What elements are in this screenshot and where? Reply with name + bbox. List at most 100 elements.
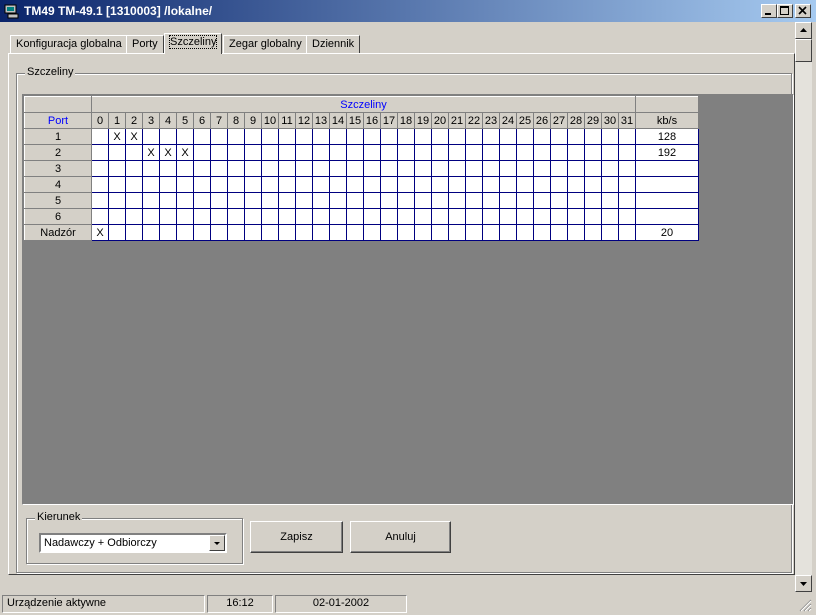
size-grip-icon[interactable] <box>798 598 812 612</box>
slot-cell[interactable] <box>482 192 500 209</box>
slot-cell[interactable] <box>193 176 211 193</box>
slot-cell[interactable] <box>363 176 381 193</box>
slot-cell[interactable] <box>601 224 619 241</box>
slot-cell[interactable] <box>142 224 160 241</box>
slot-cell[interactable]: X <box>108 128 126 145</box>
slot-cell[interactable] <box>227 208 245 225</box>
slot-cell[interactable] <box>533 192 551 209</box>
slot-cell[interactable] <box>482 224 500 241</box>
slot-cell[interactable]: X <box>159 144 177 161</box>
slot-cell[interactable] <box>431 160 449 177</box>
slot-cell[interactable] <box>176 208 194 225</box>
slot-cell[interactable] <box>295 192 313 209</box>
slot-cell[interactable] <box>125 192 143 209</box>
slot-cell[interactable] <box>584 176 602 193</box>
slot-cell[interactable] <box>533 208 551 225</box>
slot-cell[interactable] <box>227 160 245 177</box>
slot-cell[interactable] <box>550 128 568 145</box>
slot-cell[interactable] <box>601 176 619 193</box>
slot-cell[interactable] <box>159 128 177 145</box>
slot-cell[interactable] <box>244 224 262 241</box>
slot-cell[interactable] <box>618 144 636 161</box>
slot-cell[interactable] <box>142 208 160 225</box>
slot-cell[interactable] <box>414 144 432 161</box>
slot-cell[interactable]: X <box>176 144 194 161</box>
slot-cell[interactable] <box>465 208 483 225</box>
slot-cell[interactable] <box>295 128 313 145</box>
slot-cell[interactable] <box>550 224 568 241</box>
slot-cell[interactable] <box>295 144 313 161</box>
slot-cell[interactable] <box>601 160 619 177</box>
slot-cell[interactable] <box>431 192 449 209</box>
slot-cell[interactable] <box>584 128 602 145</box>
slot-cell[interactable] <box>108 144 126 161</box>
slot-cell[interactable] <box>431 176 449 193</box>
slot-cell[interactable] <box>244 176 262 193</box>
slot-cell[interactable] <box>346 192 364 209</box>
slot-cell[interactable] <box>193 224 211 241</box>
slot-cell[interactable] <box>465 144 483 161</box>
slot-cell[interactable] <box>567 144 585 161</box>
slot-cell[interactable] <box>414 160 432 177</box>
slot-cell[interactable] <box>516 176 534 193</box>
slot-cell[interactable] <box>329 176 347 193</box>
slot-cell[interactable] <box>261 176 279 193</box>
slot-cell[interactable] <box>550 176 568 193</box>
slot-cell[interactable] <box>142 128 160 145</box>
tab-porty[interactable]: Porty <box>126 35 164 53</box>
slot-cell[interactable] <box>176 192 194 209</box>
slot-cell[interactable] <box>533 224 551 241</box>
tab-szczeliny[interactable]: Szczeliny <box>164 33 223 54</box>
slot-cell[interactable] <box>329 144 347 161</box>
slot-cell[interactable] <box>312 128 330 145</box>
slot-cell[interactable] <box>550 192 568 209</box>
slot-cell[interactable] <box>397 144 415 161</box>
slot-cell[interactable] <box>397 208 415 225</box>
slot-cell[interactable] <box>363 208 381 225</box>
scroll-up-button[interactable] <box>795 22 812 39</box>
slot-cell[interactable] <box>227 144 245 161</box>
kierunek-select[interactable]: Nadawczy + Odbiorczy <box>39 533 227 553</box>
slot-cell[interactable] <box>227 128 245 145</box>
rate-cell[interactable]: 128 <box>635 128 699 145</box>
slot-cell[interactable] <box>448 224 466 241</box>
slot-cell[interactable] <box>465 160 483 177</box>
slot-cell[interactable] <box>346 144 364 161</box>
slot-cell[interactable] <box>499 176 517 193</box>
slot-cell[interactable] <box>278 192 296 209</box>
slot-cell[interactable] <box>448 176 466 193</box>
slot-cell[interactable] <box>601 144 619 161</box>
slot-cell[interactable] <box>142 192 160 209</box>
slot-cell[interactable] <box>567 192 585 209</box>
slot-cell[interactable] <box>346 224 364 241</box>
slot-cell[interactable] <box>329 128 347 145</box>
slot-cell[interactable] <box>567 208 585 225</box>
slot-cell[interactable] <box>516 208 534 225</box>
rate-cell[interactable] <box>635 208 699 225</box>
slot-cell[interactable] <box>499 224 517 241</box>
slot-cell[interactable] <box>584 144 602 161</box>
slot-cell[interactable] <box>108 208 126 225</box>
slot-cell[interactable] <box>329 224 347 241</box>
slot-cell[interactable] <box>278 144 296 161</box>
slot-cell[interactable] <box>244 192 262 209</box>
slot-cell[interactable] <box>516 224 534 241</box>
slot-cell[interactable] <box>210 144 228 161</box>
slot-cell[interactable] <box>533 144 551 161</box>
slot-cell[interactable] <box>448 144 466 161</box>
slot-cell[interactable] <box>482 208 500 225</box>
slot-cell[interactable] <box>312 192 330 209</box>
slot-cell[interactable] <box>278 176 296 193</box>
slot-cell[interactable] <box>618 176 636 193</box>
slot-cell[interactable] <box>108 176 126 193</box>
slot-cell[interactable] <box>227 192 245 209</box>
slot-cell[interactable] <box>295 176 313 193</box>
slot-cell[interactable] <box>567 176 585 193</box>
slot-cell[interactable] <box>584 192 602 209</box>
slot-cell[interactable] <box>601 192 619 209</box>
slot-cell[interactable] <box>295 160 313 177</box>
slot-cell[interactable] <box>193 192 211 209</box>
slot-cell[interactable] <box>414 176 432 193</box>
slot-cell[interactable] <box>567 160 585 177</box>
slot-cell[interactable] <box>397 160 415 177</box>
